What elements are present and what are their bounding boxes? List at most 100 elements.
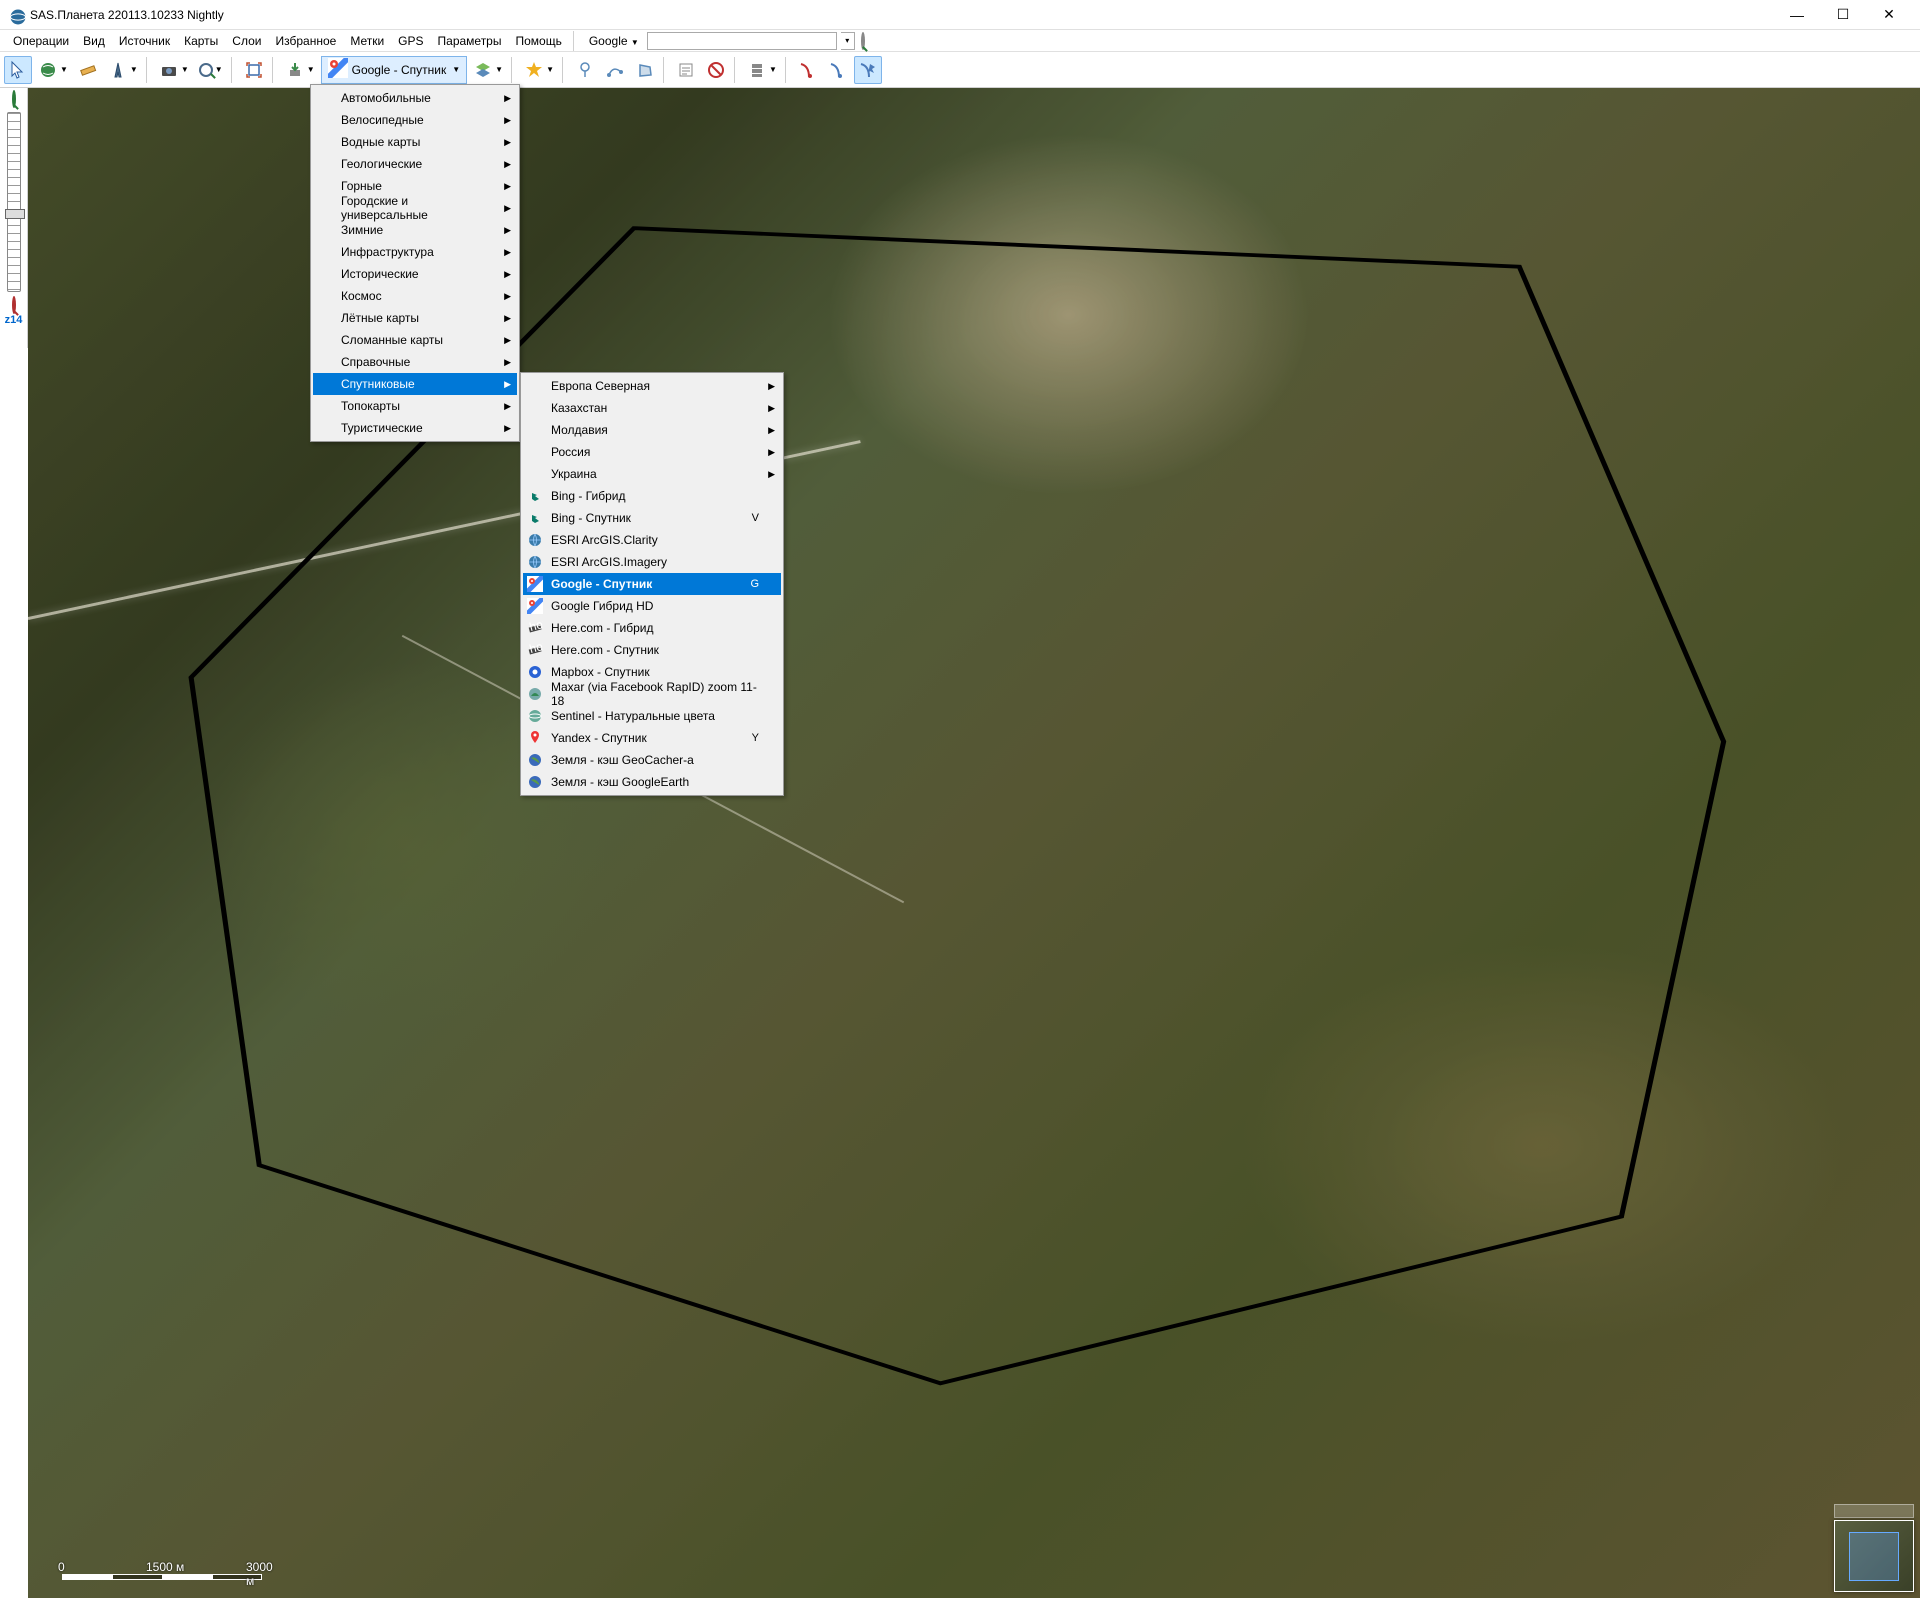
gps-track-tool[interactable] (824, 56, 852, 84)
category-item-13[interactable]: Спутниковые▶ (313, 373, 517, 395)
satellite-item-18[interactable]: Земля - кэш GoogleEarth (523, 771, 781, 793)
compass-tool[interactable]: ▼ (104, 56, 142, 84)
menu-favorites[interactable]: Избранное (268, 32, 343, 50)
category-item-1[interactable]: Велосипедные▶ (313, 109, 517, 131)
satellite-item-6[interactable]: Bing - СпутникV (523, 507, 781, 529)
category-item-15[interactable]: Туристические▶ (313, 417, 517, 439)
satellite-item-14[interactable]: Maxar (via Facebook RapID) zoom 11-18 (523, 683, 781, 705)
search-input[interactable] (647, 32, 837, 50)
scale-label-0: 0 (58, 1560, 65, 1574)
pin-tool[interactable] (571, 56, 599, 84)
satellite-item-12[interactable]: hereHere.com - Спутник (523, 639, 781, 661)
ruler-tool[interactable] (74, 56, 102, 84)
menu-maps[interactable]: Карты (177, 32, 225, 50)
satellite-item-0[interactable]: Европа Северная▶ (523, 375, 781, 397)
menu-help[interactable]: Помощь (508, 32, 568, 50)
category-item-8[interactable]: Исторические▶ (313, 263, 517, 285)
satellite-item-5[interactable]: Bing - Гибрид (523, 485, 781, 507)
category-item-14[interactable]: Топокарты▶ (313, 395, 517, 417)
map-source-selector[interactable]: Google - Спутник ▼ (321, 56, 468, 84)
fullscreen-tool[interactable] (240, 56, 268, 84)
minimap[interactable] (1834, 1520, 1914, 1592)
category-item-0[interactable]: Автомобильные▶ (313, 87, 517, 109)
chevron-right-icon: ▶ (504, 181, 511, 192)
satellite-item-7[interactable]: ESRI ArcGIS.Clarity (523, 529, 781, 551)
shortcut-label: V (752, 512, 759, 524)
cursor-tool[interactable] (4, 56, 32, 84)
satellite-item-2[interactable]: Молдавия▶ (523, 419, 781, 441)
category-item-2[interactable]: Водные карты▶ (313, 131, 517, 153)
path-tool[interactable] (601, 56, 629, 84)
zoom-in-button[interactable] (12, 92, 16, 106)
chevron-right-icon: ▶ (504, 93, 511, 104)
layers-tool[interactable]: ▼ (469, 56, 507, 84)
toolbar-separator (231, 57, 236, 83)
satellite-item-3[interactable]: Россия▶ (523, 441, 781, 463)
category-item-7[interactable]: Инфраструктура▶ (313, 241, 517, 263)
minimap-toolbar[interactable] (1834, 1504, 1914, 1518)
category-item-9[interactable]: Космос▶ (313, 285, 517, 307)
satellite-item-10[interactable]: Google Гибрид HD (523, 595, 781, 617)
hide-marks-tool[interactable] (702, 56, 730, 84)
chevron-right-icon: ▶ (504, 357, 511, 368)
category-item-10[interactable]: Лётные карты▶ (313, 307, 517, 329)
favorites-tool[interactable]: ▼ (520, 56, 558, 84)
search-icon[interactable] (861, 34, 865, 48)
map-category-menu: Автомобильные▶Велосипедные▶Водные карты▶… (310, 84, 520, 442)
search-dropdown-button[interactable]: ▾ (841, 32, 855, 50)
category-item-11[interactable]: Сломанные карты▶ (313, 329, 517, 351)
left-toolbar: z14 (0, 88, 28, 348)
satellite-item-17[interactable]: Земля - кэш GeoCacher-a (523, 749, 781, 771)
menu-marks[interactable]: Метки (343, 32, 391, 50)
chevron-right-icon: ▶ (504, 159, 511, 170)
chevron-right-icon: ▶ (504, 401, 511, 412)
category-item-5[interactable]: Городские и универсальные▶ (313, 197, 517, 219)
map-source-label: Google - Спутник (352, 63, 447, 77)
chevron-right-icon: ▶ (504, 313, 511, 324)
menu-gps[interactable]: GPS (391, 32, 430, 50)
minimize-button[interactable]: — (1774, 0, 1820, 30)
menu-params[interactable]: Параметры (431, 32, 509, 50)
satellite-item-8[interactable]: ESRI ArcGIS.Imagery (523, 551, 781, 573)
satellite-item-9[interactable]: Google - СпутникG (523, 573, 781, 595)
here-icon: here (527, 620, 543, 636)
gps-center-tool[interactable] (854, 56, 882, 84)
mapbox-icon (527, 664, 543, 680)
maximize-button[interactable]: ☐ (1820, 0, 1866, 30)
satellite-item-1[interactable]: Казахстан▶ (523, 397, 781, 419)
globe-tool[interactable]: ▼ (34, 56, 72, 84)
gps-on-tool[interactable] (794, 56, 822, 84)
zoom-out-button[interactable] (12, 298, 16, 312)
earth-icon (527, 752, 543, 768)
chevron-right-icon: ▶ (504, 137, 511, 148)
menu-layers[interactable]: Слои (225, 32, 268, 50)
download-tool[interactable]: ▼ (281, 56, 319, 84)
category-item-3[interactable]: Геологические▶ (313, 153, 517, 175)
search-provider-label[interactable]: Google ▼ (585, 32, 643, 50)
satellite-item-4[interactable]: Украина▶ (523, 463, 781, 485)
server-tool[interactable]: ▼ (743, 56, 781, 84)
close-button[interactable]: ✕ (1866, 0, 1912, 30)
camera-tool[interactable]: ▼ (155, 56, 193, 84)
category-item-6[interactable]: Зимние▶ (313, 219, 517, 241)
satellite-item-11[interactable]: hereHere.com - Гибрид (523, 617, 781, 639)
zoom-tool[interactable]: ▼ (195, 56, 227, 84)
zoom-slider-thumb[interactable] (5, 209, 25, 219)
title-bar: SAS.Планета 220113.10233 Nightly — ☐ ✕ (0, 0, 1920, 30)
search-combo: Google ▼ ▾ (585, 32, 865, 50)
menu-view[interactable]: Вид (76, 32, 112, 50)
polygon-tool[interactable] (631, 56, 659, 84)
chevron-right-icon: ▶ (504, 225, 511, 236)
placemark-manager-tool[interactable] (672, 56, 700, 84)
shortcut-label: G (750, 578, 759, 590)
zoom-slider[interactable] (7, 112, 21, 292)
bing-icon (527, 488, 543, 504)
category-item-12[interactable]: Справочные▶ (313, 351, 517, 373)
satellite-maps-submenu: Европа Северная▶Казахстан▶Молдавия▶Росси… (520, 372, 784, 796)
menu-operations[interactable]: Операции (6, 32, 76, 50)
satellite-item-15[interactable]: Sentinel - Натуральные цвета (523, 705, 781, 727)
window-title: SAS.Планета 220113.10233 Nightly (30, 8, 1774, 22)
menu-source[interactable]: Источник (112, 32, 177, 50)
satellite-item-16[interactable]: Yandex - СпутникY (523, 727, 781, 749)
chevron-right-icon: ▶ (768, 425, 775, 436)
